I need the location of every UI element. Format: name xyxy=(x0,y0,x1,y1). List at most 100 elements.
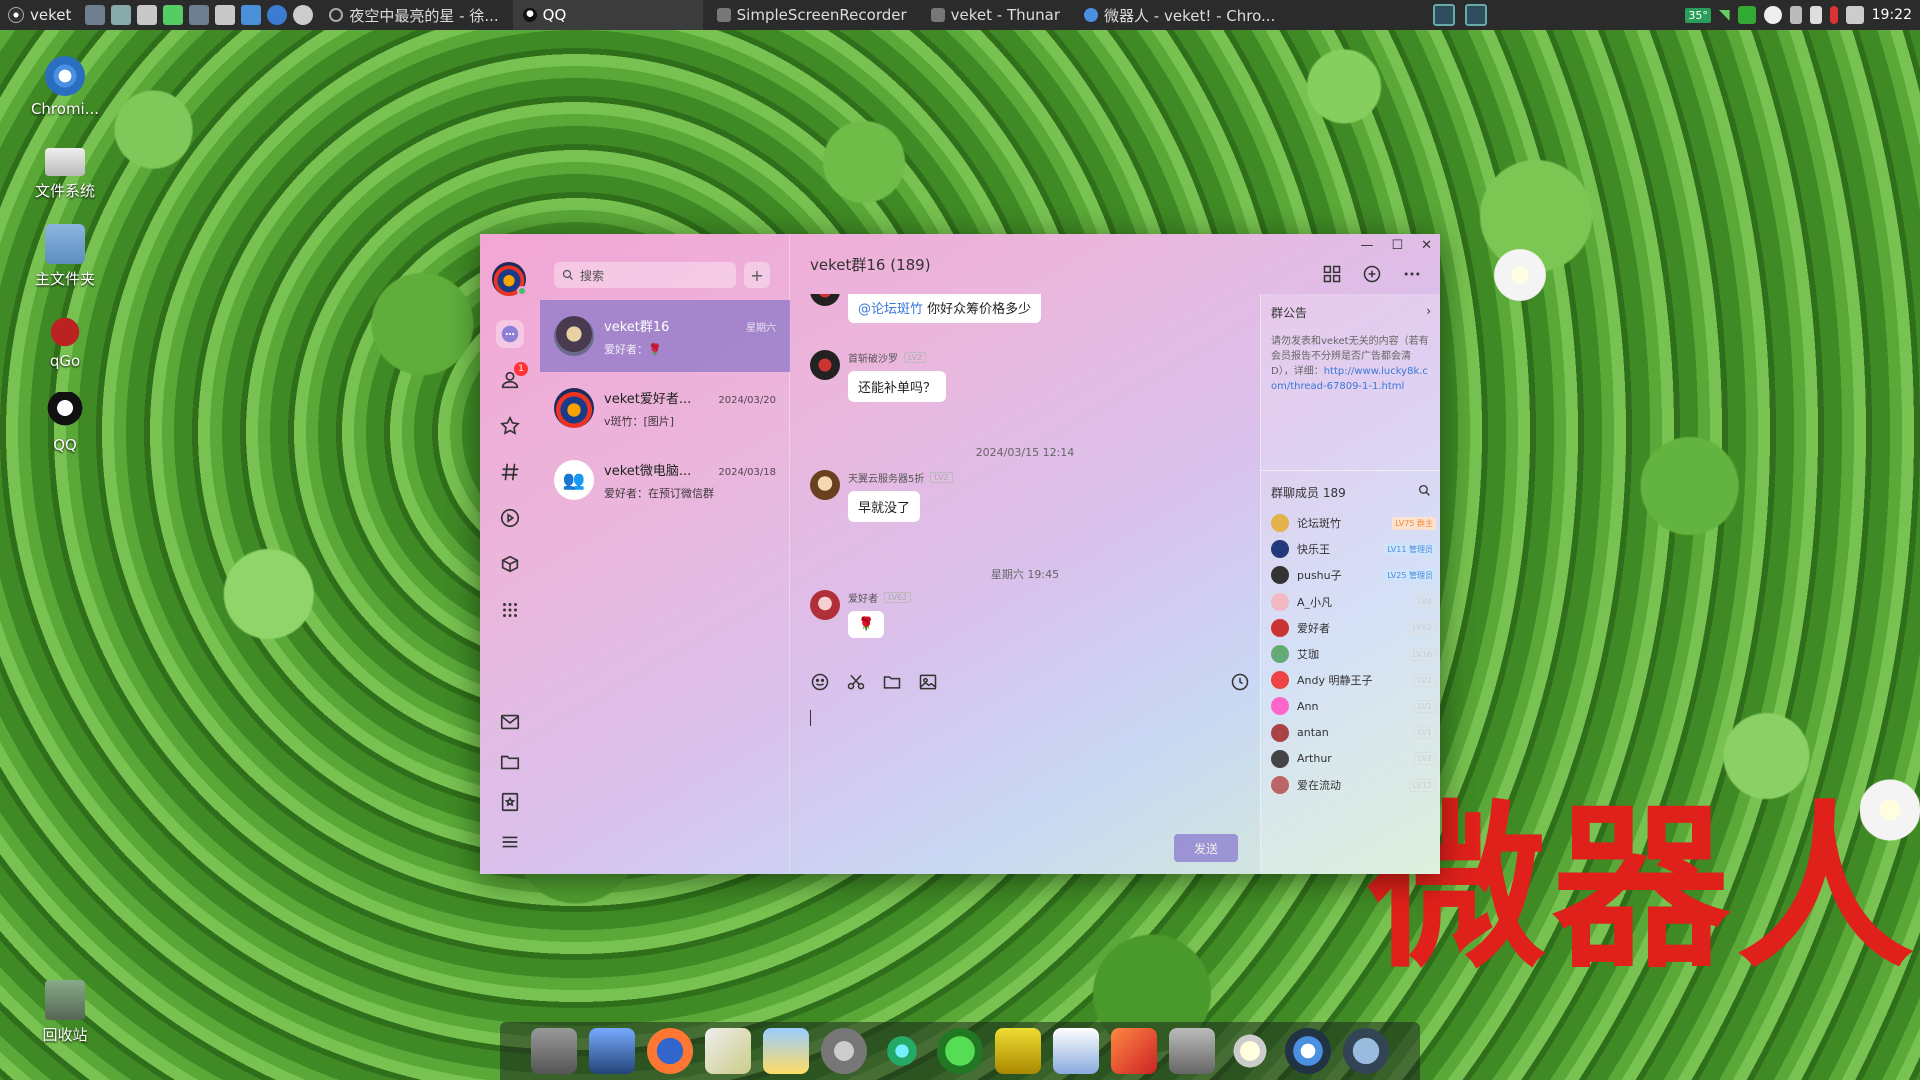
text-editor-dock-icon[interactable] xyxy=(705,1028,751,1074)
notes-dock-icon[interactable] xyxy=(995,1028,1041,1074)
member-level-tag: LV12 xyxy=(1408,778,1436,792)
member-avatar xyxy=(1271,566,1289,585)
file-manager-launcher-icon[interactable] xyxy=(85,5,106,25)
send-button[interactable]: 发送 xyxy=(1174,834,1238,862)
task-recorder[interactable]: SimpleScreenRecorder xyxy=(707,0,917,30)
image-viewer-dock-icon[interactable] xyxy=(763,1028,809,1074)
chart-dock-icon[interactable] xyxy=(1053,1028,1099,1074)
bookmarks-nav-button[interactable] xyxy=(496,788,524,816)
system-monitor-launcher-icon[interactable] xyxy=(111,5,132,25)
level-badge: LV62 xyxy=(884,592,912,603)
mention-link[interactable]: @论坛斑竹 xyxy=(858,302,923,317)
add-button[interactable]: + xyxy=(744,262,770,288)
conversation-item-veket-fans[interactable]: veket爱好者... 2024/03/20 v斑竹：[图片] xyxy=(540,372,790,444)
group-notice-header[interactable]: 群公告 › xyxy=(1271,304,1431,321)
atom-dock-icon[interactable] xyxy=(879,1028,925,1074)
member-item[interactable]: Andy 明静王子 LV2 xyxy=(1271,669,1436,691)
disc-dock-icon[interactable] xyxy=(821,1028,867,1074)
desktop-icon-trash[interactable]: 回收站 xyxy=(22,980,108,1045)
send-image-button[interactable] xyxy=(918,672,938,696)
member-item[interactable]: A_小凡 LV4 xyxy=(1271,591,1436,613)
contacts-nav-button[interactable]: 1 xyxy=(496,362,528,394)
member-item[interactable]: antan LV1 xyxy=(1271,722,1436,744)
sender-name[interactable]: 首斩破沙罗 xyxy=(848,350,898,365)
clock-launcher-icon[interactable] xyxy=(267,5,288,25)
search-icon[interactable] xyxy=(1418,484,1431,497)
member-item[interactable]: Arthur LV2 xyxy=(1271,748,1436,770)
brightness-dock-icon[interactable] xyxy=(1227,1028,1273,1074)
member-item[interactable]: pushu子 LV25 管理员 xyxy=(1271,564,1436,586)
message-bubble: 早就没了 xyxy=(848,491,921,522)
workspace-switcher-icon[interactable] xyxy=(1465,4,1488,26)
qq-tray-icon[interactable] xyxy=(1763,6,1782,24)
member-item[interactable]: 快乐王 LV11 管理员 xyxy=(1271,538,1436,560)
task-music[interactable]: 夜空中最亮的星 - 徐... xyxy=(319,0,508,30)
member-item[interactable]: 爱好者 LV62 xyxy=(1271,617,1436,639)
terminal-launcher-icon[interactable] xyxy=(189,5,210,25)
battery-icon[interactable] xyxy=(1737,6,1756,24)
wifi-icon[interactable]: ◥ xyxy=(1719,7,1730,23)
channels-nav-button[interactable] xyxy=(496,458,524,486)
settings-launcher-icon[interactable] xyxy=(137,5,158,25)
desktop-icon-qq[interactable]: QQ xyxy=(22,392,108,454)
emoji-button[interactable] xyxy=(810,672,830,696)
drive-dock-icon[interactable] xyxy=(1169,1028,1215,1074)
monitor-dock-icon[interactable] xyxy=(589,1028,635,1074)
member-item[interactable]: 爱在流动 LV12 xyxy=(1271,774,1436,796)
rocket-dock-icon[interactable] xyxy=(1111,1028,1157,1074)
member-item[interactable]: Ann LV1 xyxy=(1271,695,1436,717)
sender-avatar[interactable] xyxy=(810,470,840,500)
chromium-dock-icon[interactable] xyxy=(1285,1028,1331,1074)
message-input[interactable] xyxy=(808,702,1238,832)
games-nav-button[interactable] xyxy=(496,550,524,578)
task-chrome[interactable]: 微器人 - veket! - Chro... xyxy=(1074,0,1285,30)
sender-avatar[interactable] xyxy=(810,590,840,620)
mail-nav-button[interactable] xyxy=(496,708,524,736)
task-qq[interactable]: QQ xyxy=(512,0,703,30)
maximize-icon[interactable]: ☐ xyxy=(1391,238,1403,253)
sender-avatar[interactable] xyxy=(810,350,840,380)
group-apps-button[interactable] xyxy=(1322,264,1342,284)
sender-name[interactable]: 爱好者 xyxy=(848,590,878,605)
apps-nav-button[interactable] xyxy=(496,596,524,624)
member-item[interactable]: 艾珈 LV16 xyxy=(1271,643,1436,665)
scanner-launcher-icon[interactable] xyxy=(215,5,236,25)
member-level-tag: LV75 群主 xyxy=(1392,516,1436,530)
task-thunar[interactable]: veket - Thunar xyxy=(921,0,1070,30)
desktop-icon-home[interactable]: 主文件夹 xyxy=(22,224,108,289)
screenshot-button[interactable] xyxy=(846,672,866,696)
firefox-dock-icon[interactable] xyxy=(647,1028,693,1074)
conversation-item-veket-micro-pc[interactable]: 👥 veket微电脑... 2024/03/18 爱好者：在预订微信群 xyxy=(540,444,790,516)
show-desktop-icon[interactable] xyxy=(1433,4,1456,26)
clock[interactable]: 19:22 xyxy=(1872,7,1912,23)
conversation-item-veket-group16[interactable]: veket群16 星期六 爱好者：🌹 xyxy=(540,300,790,372)
sender-name[interactable]: 天翼云服务器5折 xyxy=(848,470,924,485)
history-button[interactable] xyxy=(1230,672,1250,696)
member-item[interactable]: 论坛斑竹 LV75 群主 xyxy=(1271,512,1436,534)
minimize-icon[interactable]: — xyxy=(1360,238,1373,253)
volume-icon[interactable] xyxy=(1845,6,1864,24)
desktop-icon-chromium[interactable]: Chromi... xyxy=(22,56,108,118)
drive-dock-icon[interactable] xyxy=(531,1028,577,1074)
messages-nav-button[interactable] xyxy=(496,320,524,348)
more-options-button[interactable] xyxy=(1402,264,1422,284)
app-menu-button[interactable]: veket xyxy=(0,0,79,30)
media-play-dock-icon[interactable] xyxy=(937,1028,983,1074)
video-nav-button[interactable] xyxy=(496,504,524,532)
main-menu-button[interactable] xyxy=(496,828,524,856)
microphone-icon[interactable] xyxy=(1829,6,1838,24)
screenshot-launcher-icon[interactable] xyxy=(241,5,262,25)
files-nav-button[interactable] xyxy=(496,748,524,776)
favorites-nav-button[interactable] xyxy=(496,412,524,440)
close-icon[interactable]: ✕ xyxy=(1421,238,1432,253)
clipboard-icon[interactable] xyxy=(1809,6,1822,24)
desktop-icon-qgo[interactable]: qGo xyxy=(22,308,108,370)
media-player-launcher-icon[interactable] xyxy=(163,5,184,25)
usb-icon[interactable] xyxy=(1789,6,1802,24)
globe-dock-icon[interactable] xyxy=(1343,1028,1389,1074)
browser-launcher-icon[interactable] xyxy=(293,5,314,25)
desktop-icon-filesystem[interactable]: 文件系统 xyxy=(22,140,108,201)
send-file-button[interactable] xyxy=(882,672,902,696)
invite-member-button[interactable] xyxy=(1362,264,1382,284)
search-input[interactable]: 搜索 xyxy=(554,262,736,288)
